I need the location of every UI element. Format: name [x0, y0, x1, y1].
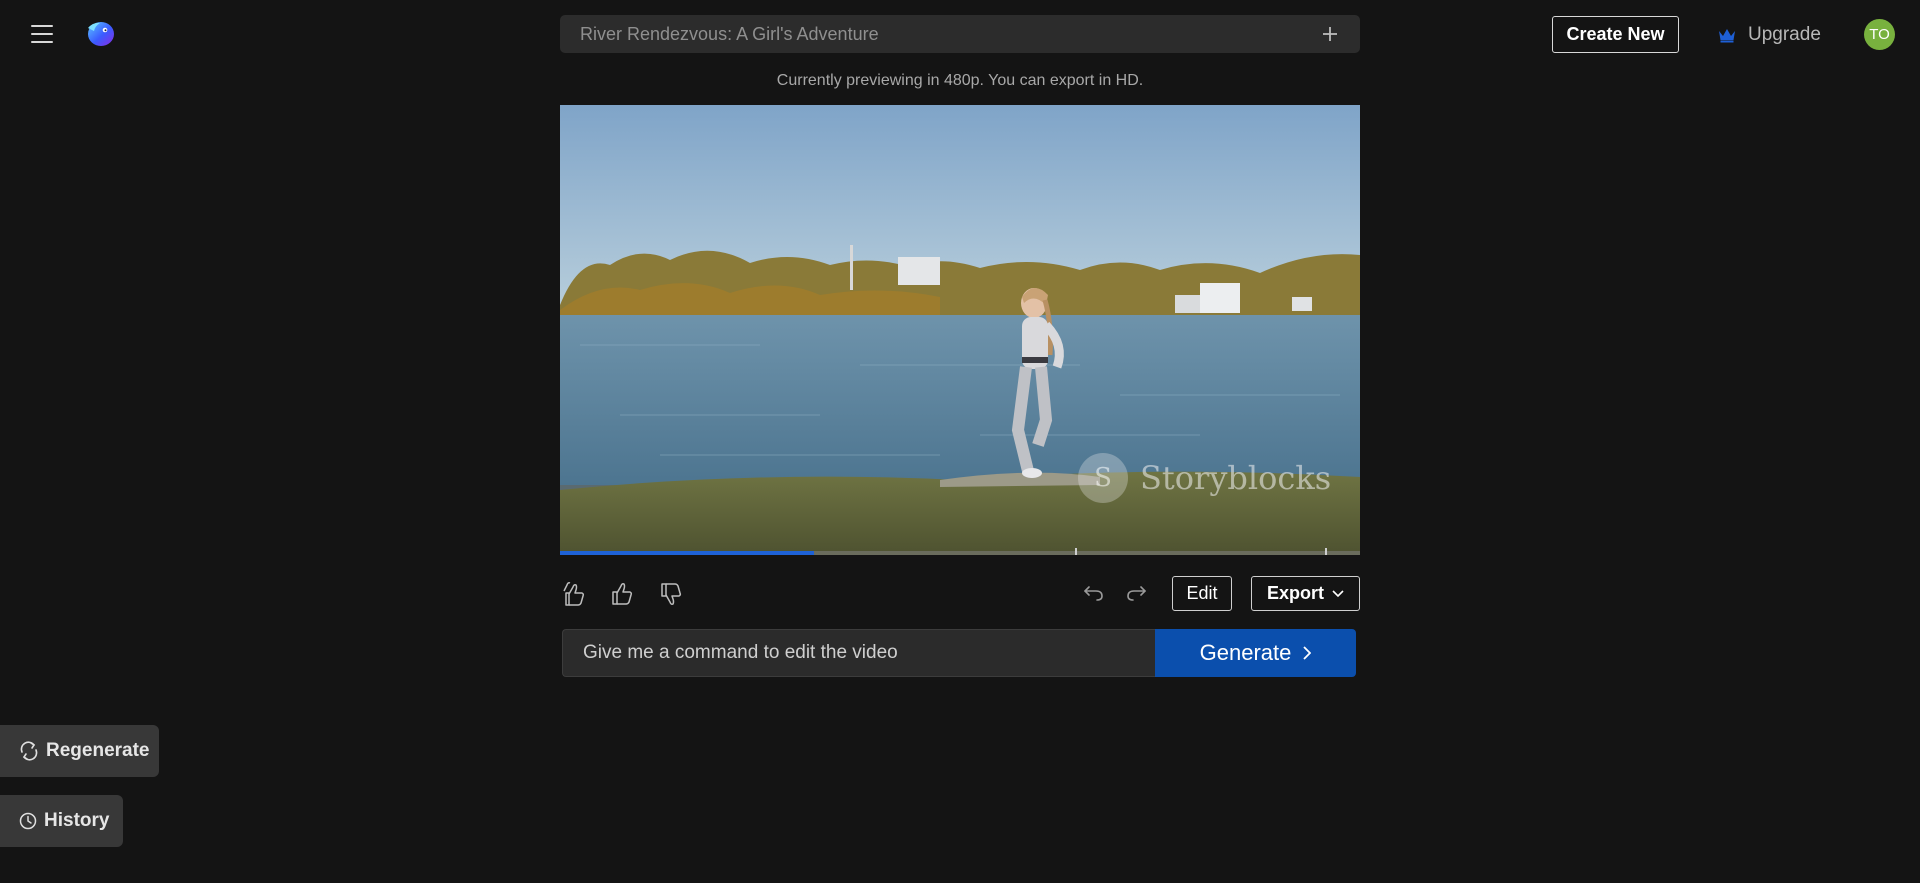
create-new-button[interactable]: Create New [1552, 16, 1679, 53]
video-preview[interactable]: S Storyblocks [560, 105, 1360, 555]
regenerate-button[interactable]: Regenerate [0, 725, 159, 777]
upgrade-button[interactable]: Upgrade [1718, 18, 1821, 51]
refresh-icon [20, 741, 38, 761]
thumbs-up-icon[interactable] [608, 579, 638, 609]
video-progress-bar[interactable] [560, 548, 1360, 555]
app-logo-icon[interactable] [84, 17, 116, 49]
chevron-down-icon [1332, 589, 1344, 597]
storyblocks-logo-mark: S [1078, 453, 1128, 503]
scene-marker[interactable] [1325, 548, 1327, 555]
preview-quality-note: Currently previewing in 480p. You can ex… [776, 72, 1144, 89]
watermark-text: Storyblocks [1140, 459, 1332, 497]
project-title[interactable]: River Rendezvous: A Girl's Adventure [580, 24, 1320, 45]
undo-icon[interactable] [1079, 578, 1109, 608]
history-label: History [44, 810, 110, 831]
generate-label: Generate [1199, 640, 1292, 665]
export-button[interactable]: Export [1251, 576, 1360, 611]
scene-marker[interactable] [1075, 548, 1077, 555]
video-progress-fill [560, 551, 815, 555]
command-input[interactable] [562, 629, 1156, 677]
history-button[interactable]: History [0, 795, 123, 847]
chevron-right-icon [1303, 646, 1312, 660]
user-avatar[interactable]: TO [1864, 19, 1895, 50]
thumbs-down-icon[interactable] [657, 579, 687, 609]
generate-button[interactable]: Generate [1155, 629, 1356, 677]
double-thumbs-up-icon[interactable] [560, 579, 590, 609]
upgrade-label: Upgrade [1748, 23, 1821, 45]
crown-icon [1719, 28, 1735, 42]
export-label: Export [1266, 583, 1324, 603]
storyblocks-watermark: S Storyblocks [1078, 453, 1331, 503]
hamburger-menu-icon[interactable] [30, 23, 54, 45]
edit-button[interactable]: Edit [1172, 576, 1232, 611]
regenerate-label: Regenerate [46, 740, 150, 761]
redo-icon[interactable] [1121, 578, 1151, 608]
clock-icon [19, 812, 37, 830]
plus-icon[interactable] [1320, 24, 1340, 44]
project-title-bar[interactable]: River Rendezvous: A Girl's Adventure [560, 15, 1360, 53]
